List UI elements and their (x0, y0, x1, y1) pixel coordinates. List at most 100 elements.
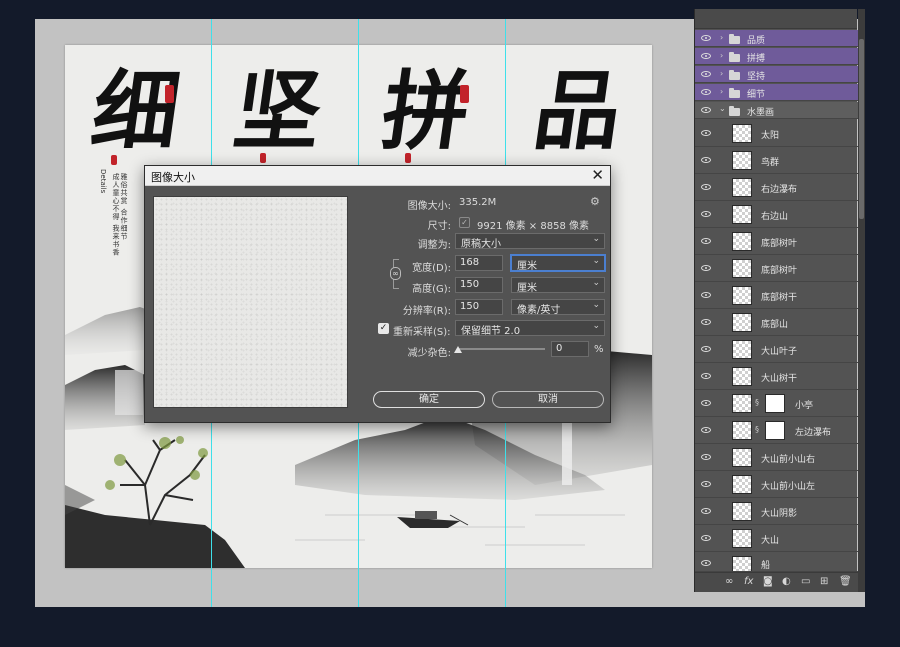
layers-panel-toolbar[interactable] (695, 9, 857, 29)
layer-thumbnail (732, 502, 752, 521)
layer-mask-thumbnail[interactable] (765, 394, 785, 413)
visibility-toggle[interactable] (695, 390, 717, 416)
resolution-unit-select[interactable]: 像素/英寸 ⌄ (511, 299, 605, 316)
visibility-toggle[interactable] (695, 102, 717, 118)
layer-row[interactable]: 底部树叶 (695, 228, 858, 255)
folder-icon (729, 88, 740, 98)
reduce-noise-input[interactable]: 0 (551, 341, 589, 357)
layer-row[interactable]: 底部山 (695, 309, 858, 336)
layer-row[interactable]: 大山前小山右 (695, 444, 858, 471)
layer-row[interactable]: 大山叶子 (695, 336, 858, 363)
eye-icon (701, 107, 711, 113)
resample-select[interactable]: 保留细节 2.0 ⌄ (455, 320, 605, 337)
layer-row[interactable]: 大山 (695, 525, 858, 552)
layer-name: 水墨画 (747, 108, 775, 118)
scrollbar-thumb[interactable] (859, 39, 864, 219)
layer-name: 鸟群 (761, 158, 780, 168)
chevron-right-icon[interactable]: › (720, 51, 723, 60)
chevron-right-icon[interactable]: › (720, 33, 723, 42)
reduce-noise-slider-thumb[interactable] (454, 346, 462, 353)
chevron-down-icon[interactable]: ⌄ (719, 104, 726, 113)
visibility-toggle[interactable] (695, 525, 717, 551)
dimensions-dropdown[interactable]: ✓ (459, 217, 470, 228)
dialog-titlebar[interactable]: 图像大小 ✕ (145, 166, 610, 186)
layer-row[interactable]: 底部树干 (695, 282, 858, 309)
layer-row[interactable]: 大山阴影 (695, 498, 858, 525)
adjustment-layer-icon[interactable]: ◐ (782, 576, 791, 587)
visibility-toggle[interactable] (695, 255, 717, 281)
layer-thumbnail (732, 286, 752, 305)
visibility-toggle[interactable] (695, 336, 717, 362)
resolution-input[interactable]: 150 (455, 299, 503, 315)
visibility-toggle[interactable] (695, 282, 717, 308)
visibility-toggle[interactable] (695, 471, 717, 497)
visibility-toggle[interactable] (695, 498, 717, 524)
layer-name: 大山阴影 (761, 509, 798, 519)
width-input[interactable]: 168 (455, 255, 503, 271)
layer-style-icon[interactable]: fx (744, 576, 753, 587)
layers-panel: › 品质 › 拼搏 › 坚持 › 细节 ⌄ 水墨画 太阳 鸟群 右边瀑布 右边山… (694, 9, 858, 592)
eye-icon (701, 89, 711, 95)
ok-button[interactable]: 确定 (373, 391, 485, 408)
layer-group-row[interactable]: › 坚持 (695, 66, 858, 83)
width-unit-select[interactable]: 厘米 ⌄ (511, 255, 605, 272)
visibility-toggle[interactable] (695, 120, 717, 146)
trash-icon[interactable]: 🗑 (839, 576, 852, 587)
layer-row[interactable]: § 左边瀑布 (695, 417, 858, 444)
layer-thumbnail (732, 205, 752, 224)
layer-row[interactable]: 太阳 (695, 120, 858, 147)
fit-to-select[interactable]: 原稿大小 ⌄ (455, 233, 605, 250)
visibility-toggle[interactable] (695, 147, 717, 173)
height-input[interactable]: 150 (455, 277, 503, 293)
visibility-toggle[interactable] (695, 201, 717, 227)
layer-mask-thumbnail[interactable] (765, 421, 785, 440)
layer-group-row[interactable]: › 拼搏 (695, 48, 858, 65)
visibility-toggle[interactable] (695, 417, 717, 443)
layer-row[interactable]: 右边瀑布 (695, 174, 858, 201)
chain-link-icon[interactable]: § (755, 398, 759, 407)
visibility-toggle[interactable] (695, 30, 717, 46)
red-seal-5 (405, 153, 411, 163)
layer-row[interactable]: 船 (695, 552, 858, 572)
layers-scrollbar[interactable] (858, 9, 865, 592)
layer-group-row-open[interactable]: ⌄ 水墨画 (695, 102, 858, 119)
visibility-toggle[interactable] (695, 363, 717, 389)
chevron-right-icon[interactable]: › (720, 87, 723, 96)
layer-thumbnail (732, 124, 752, 143)
layer-row[interactable]: 右边山 (695, 201, 858, 228)
gear-icon[interactable]: ⚙ (590, 195, 600, 208)
chain-link-icon[interactable]: § (755, 425, 759, 434)
layer-row[interactable]: 大山树干 (695, 363, 858, 390)
new-layer-icon[interactable]: ⊞ (820, 576, 828, 587)
visibility-toggle[interactable] (695, 48, 717, 64)
visibility-toggle[interactable] (695, 66, 717, 82)
link-layers-icon[interactable]: ∞ (725, 576, 733, 587)
visibility-toggle[interactable] (695, 174, 717, 200)
new-group-icon[interactable]: ▭ (801, 576, 810, 587)
vertical-english-text: Details (99, 169, 107, 194)
visibility-toggle[interactable] (695, 228, 717, 254)
folder-icon (729, 106, 740, 116)
layer-row[interactable]: 鸟群 (695, 147, 858, 174)
eye-icon (701, 508, 711, 514)
resample-checkbox[interactable]: ✓ (378, 323, 389, 334)
layer-group-row[interactable]: › 品质 (695, 30, 858, 47)
visibility-toggle[interactable] (695, 84, 717, 100)
visibility-toggle[interactable] (695, 552, 717, 571)
layer-group-row[interactable]: › 细节 (695, 84, 858, 101)
layer-row[interactable]: § 小亭 (695, 390, 858, 417)
image-preview[interactable] (153, 196, 348, 408)
reduce-noise-slider-track[interactable] (457, 348, 545, 350)
chevron-right-icon[interactable]: › (720, 69, 723, 78)
visibility-toggle[interactable] (695, 444, 717, 470)
height-unit-select[interactable]: 厘米 ⌄ (511, 277, 605, 294)
layer-name: 大山前小山右 (761, 455, 816, 465)
layer-thumbnail (732, 556, 752, 571)
layer-thumbnail (732, 394, 752, 413)
visibility-toggle[interactable] (695, 309, 717, 335)
cancel-button[interactable]: 取消 (492, 391, 604, 408)
layer-row[interactable]: 底部树叶 (695, 255, 858, 282)
layer-row[interactable]: 大山前小山左 (695, 471, 858, 498)
add-mask-icon[interactable]: ◙ (763, 576, 773, 587)
close-icon[interactable]: ✕ (591, 166, 604, 184)
